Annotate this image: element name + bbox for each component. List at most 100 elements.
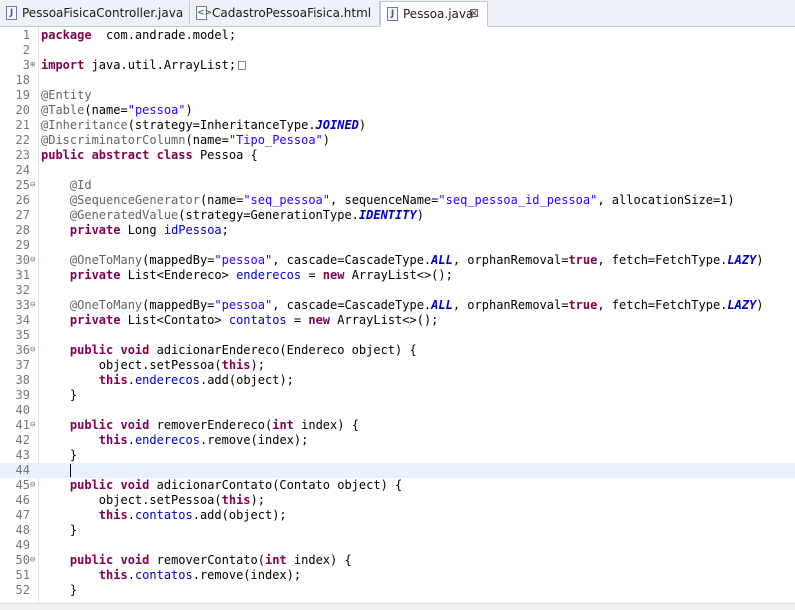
- collapse-fold-icon[interactable]: ⊖: [30, 343, 38, 358]
- line-number: 43: [15, 448, 30, 462]
- code-text: private List<Endereco> enderecos = new A…: [69, 268, 453, 282]
- code-text: }: [41, 388, 78, 402]
- code-line[interactable]: 32: [0, 283, 795, 298]
- code-text: public void removerContato(int index) {: [69, 553, 352, 567]
- tab-pessoafisicacontroller[interactable]: J PessoaFisicaController.java: [0, 1, 190, 25]
- code-line[interactable]: 28 private Long idPessoa;: [0, 223, 795, 238]
- line-number: 48: [15, 523, 30, 537]
- code-line[interactable]: 21 @Inheritance(strategy=InheritanceType.…: [0, 118, 795, 133]
- code-line[interactable]: 37 object.setPessoa(this);: [0, 358, 795, 373]
- code-text: this.contatos.add(object);: [98, 508, 287, 522]
- code-text: @Entity: [41, 88, 92, 102]
- code-line[interactable]: 49: [0, 538, 795, 553]
- expand-fold-icon[interactable]: ⊕: [30, 58, 38, 73]
- line-number: 37: [15, 358, 30, 372]
- line-number: 32: [15, 283, 30, 297]
- code-text: @OneToMany(mappedBy="pessoa", cascade=Ca…: [69, 298, 764, 312]
- code-text: @Inheritance(strategy=InheritanceType.JO…: [41, 118, 367, 132]
- line-number: 38: [15, 373, 30, 387]
- close-icon[interactable]: ⊠: [469, 6, 479, 20]
- code-line[interactable]: 45 ⊖ public void adicionarContato(Contato…: [0, 478, 795, 493]
- code-line[interactable]: 51 this.contatos.remove(index);: [0, 568, 795, 583]
- tab-pessoa-java[interactable]: J Pessoa.java ⊠: [380, 1, 488, 27]
- code-line[interactable]: 48 }: [0, 523, 795, 538]
- code-line[interactable]: 33 ⊖ @OneToMany(mappedBy="pessoa", cascad…: [0, 298, 795, 313]
- java-file-icon: J: [6, 6, 17, 20]
- code-text: }: [41, 583, 78, 597]
- code-text: @GeneratedValue(strategy=GenerationType.…: [69, 208, 424, 222]
- code-line[interactable]: 26 @SequenceGenerator(name="seq_pessoa",…: [0, 193, 795, 208]
- line-number: 42: [15, 433, 30, 447]
- code-text: public void removerEndereco(int index) {: [69, 418, 359, 432]
- code-line[interactable]: 43 }: [0, 448, 795, 463]
- code-text: this.contatos.remove(index);: [98, 568, 302, 582]
- line-number: 31: [15, 268, 30, 282]
- code-line[interactable]: 3 ⊕ import java.util.ArrayList;: [0, 58, 795, 73]
- tab-cadastropessoafisica[interactable]: <> CadastroPessoaFisica.html: [190, 1, 380, 25]
- code-line[interactable]: 25 ⊖ @Id: [0, 178, 795, 193]
- line-number: 50: [15, 553, 30, 567]
- code-line[interactable]: 52 }: [0, 583, 795, 598]
- line-number: 33: [15, 298, 30, 312]
- code-line[interactable]: 41 ⊖ public void removerEndereco(int inde…: [0, 418, 795, 433]
- collapse-fold-icon[interactable]: ⊖: [30, 418, 38, 433]
- code-line[interactable]: 47 this.contatos.add(object);: [0, 508, 795, 523]
- line-number: 29: [15, 238, 30, 252]
- collapse-fold-icon[interactable]: ⊖: [30, 178, 38, 193]
- folded-imports-marker[interactable]: [238, 61, 247, 70]
- code-line[interactable]: 40: [0, 403, 795, 418]
- code-line[interactable]: 22 @DiscriminatorColumn(name="Tipo_Pessoa…: [0, 133, 795, 148]
- code-line[interactable]: 50 ⊖ public void removerContato(int index…: [0, 553, 795, 568]
- code-line[interactable]: 18: [0, 73, 795, 88]
- code-text: @DiscriminatorColumn(name="Tipo_Pessoa"): [41, 133, 331, 147]
- current-code-line[interactable]: 44: [0, 463, 795, 478]
- collapse-fold-icon[interactable]: ⊖: [30, 253, 38, 268]
- line-number: 2: [22, 43, 30, 57]
- collapse-fold-icon[interactable]: ⊖: [30, 478, 38, 493]
- line-number: 22: [15, 133, 30, 147]
- java-file-icon: J: [387, 7, 398, 21]
- code-text: this.enderecos.add(object);: [98, 373, 294, 387]
- line-number: 45: [15, 478, 30, 492]
- line-number: 23: [15, 148, 30, 162]
- code-line[interactable]: 23 public abstract class Pessoa {: [0, 148, 795, 163]
- code-line[interactable]: 31 private List<Endereco> enderecos = ne…: [0, 268, 795, 283]
- code-line[interactable]: 2: [0, 43, 795, 58]
- code-line[interactable]: 20 @Table(name="pessoa"): [0, 103, 795, 118]
- code-line[interactable]: 19 @Entity: [0, 88, 795, 103]
- code-text: }: [41, 523, 78, 537]
- code-line[interactable]: 30 ⊖ @OneToMany(mappedBy="pessoa", cascad…: [0, 253, 795, 268]
- code-line[interactable]: 38 this.enderecos.add(object);: [0, 373, 795, 388]
- line-number: 52: [15, 583, 30, 597]
- code-line[interactable]: 29: [0, 238, 795, 253]
- line-number: 18: [15, 73, 30, 87]
- line-number: 41: [15, 418, 30, 432]
- line-number: 44: [15, 463, 30, 477]
- code-line[interactable]: 42 this.enderecos.remove(index);: [0, 433, 795, 448]
- code-line[interactable]: 39 }: [0, 388, 795, 403]
- code-text: import java.util.ArrayList;: [41, 58, 247, 73]
- code-line[interactable]: 35: [0, 328, 795, 343]
- html-file-icon: <>: [196, 6, 213, 20]
- code-line[interactable]: 1 package com.andrade.model;: [0, 28, 795, 43]
- code-line[interactable]: 24: [0, 163, 795, 178]
- code-editor[interactable]: 1 package com.andrade.model; 2 3 ⊕ import jav…: [0, 27, 795, 603]
- code-text: public void adicionarEndereco(Endereco o…: [69, 343, 417, 357]
- collapse-fold-icon[interactable]: ⊖: [30, 298, 38, 313]
- code-text: private Long idPessoa;: [69, 223, 229, 237]
- line-number: 36: [15, 343, 30, 357]
- code-line[interactable]: 27 @GeneratedValue(strategy=GenerationTy…: [0, 208, 795, 223]
- code-line[interactable]: 46 object.setPessoa(this);: [0, 493, 795, 508]
- line-number: 47: [15, 508, 30, 522]
- line-number: 35: [15, 328, 30, 342]
- line-number: 19: [15, 88, 30, 102]
- code-line[interactable]: 34 private List<Contato> contatos = new …: [0, 313, 795, 328]
- code-text: public void adicionarContato(Contato obj…: [69, 478, 403, 492]
- line-number: 3: [22, 58, 30, 72]
- code-text: object.setPessoa(this);: [41, 358, 265, 372]
- collapse-fold-icon[interactable]: ⊖: [30, 553, 38, 568]
- code-text: object.setPessoa(this);: [41, 493, 265, 507]
- line-number: 26: [15, 193, 30, 207]
- code-text: @Id: [69, 178, 92, 192]
- code-line[interactable]: 36 ⊖ public void adicionarEndereco(Endere…: [0, 343, 795, 358]
